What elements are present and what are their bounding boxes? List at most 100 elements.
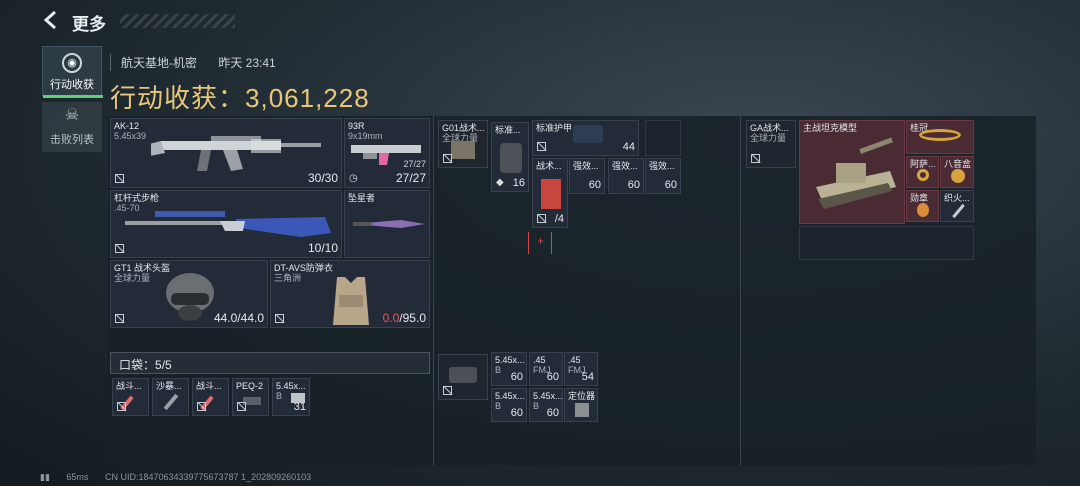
empty-loot-grid[interactable] [799, 226, 974, 260]
column-divider [740, 116, 741, 466]
pouch-item[interactable]: 战斗... [112, 378, 149, 416]
item-count: 31 [293, 401, 306, 413]
pouch-item[interactable]: 5.45x... B 31 [272, 378, 310, 416]
uninsured-icon [115, 244, 124, 253]
item-name: 5.45x... [533, 391, 563, 401]
rig-slot[interactable]: G01战术... 全球力量 [438, 120, 488, 168]
pouch-item[interactable]: 沙暴... [152, 378, 189, 416]
column-divider [433, 116, 434, 466]
loot-item[interactable]: 织火... [940, 190, 974, 222]
item-name: .45 [533, 355, 546, 365]
loot-rig-name: GA战术... [750, 123, 789, 133]
backpack-item[interactable]: 5.45x... B 60 [491, 388, 527, 422]
helmet-slot[interactable]: GT1 战术头盔 全球力量 44.0/44.0 [110, 260, 268, 328]
uninsured-icon [537, 142, 546, 151]
loot-item[interactable]: 桂冠 [906, 120, 974, 154]
backpack-item[interactable]: 5.45x... B 60 [529, 388, 563, 422]
backpack-slot[interactable]: 标准... 16 ◆ [491, 122, 529, 192]
stim-name: 强效... [573, 161, 599, 171]
weapon-ammo-count: 30/30 [307, 171, 338, 185]
tab-harvest-label: 行动收获 [50, 79, 94, 91]
pouch-item[interactable]: 战斗... [192, 378, 229, 416]
armor-item-name: 标准护甲 [536, 123, 573, 133]
case-icon [449, 367, 477, 383]
item-sub: B [495, 401, 502, 411]
backpack-item[interactable]: 定位器 [564, 388, 598, 422]
melee-name: 坠星者 [348, 193, 376, 203]
pouch-header: 口袋：5/5 [110, 352, 430, 374]
armor-slot[interactable]: DT-AVS防弹衣 三角洲 0.0/95.0 [270, 260, 430, 328]
backpack-item[interactable]: 5.45x... B 60 [491, 352, 527, 386]
top-bar: 更多 [0, 0, 1080, 40]
uninsured-icon [751, 154, 760, 163]
uid-text: CN UID:18470634339775673787 1_2028092601… [104, 472, 312, 482]
tank-model-item[interactable]: 主战坦克模型 [799, 120, 905, 224]
uninsured-icon [443, 386, 452, 395]
chest-rig-icon [451, 141, 475, 159]
stim-item[interactable]: 强效... 60 [608, 158, 644, 194]
item-name: 5.45x... [276, 381, 306, 391]
loot-name: 八音盒 [944, 159, 972, 169]
weapon-slot-rifle[interactable]: 杠杆式步枪 .45-70 10/10 [110, 190, 342, 258]
uninsured-icon [197, 402, 206, 411]
item-count: 54 [581, 371, 594, 383]
loot-item[interactable]: 阿萨... [906, 156, 939, 188]
backpack-item[interactable]: .45 FMJ 54 [564, 352, 598, 386]
stim-count: 60 [627, 179, 640, 191]
backpack-count: 16 [512, 177, 525, 189]
ping-text: 65ms [66, 472, 89, 482]
pouch-label: 口袋： [119, 358, 156, 372]
red-marker-icon [528, 232, 552, 254]
rig-name: G01战术... [442, 123, 485, 133]
item-name: 战斗... [116, 381, 142, 391]
medkit-item[interactable]: 战术... /4 [532, 158, 568, 228]
weapon-name: AK-12 [114, 121, 140, 131]
stim-item[interactable]: 强效... 60 [569, 158, 605, 194]
armor-item-count: 44 [622, 141, 635, 153]
tab-harvest[interactable]: ◉ 行动收获 [42, 46, 103, 98]
item-sub: B [533, 401, 540, 411]
weapon-slot-primary[interactable]: AK-12 5.45x39 30/30 [110, 118, 342, 188]
container-slot[interactable] [438, 354, 488, 400]
backpack-item[interactable]: .45 FMJ 60 [529, 352, 563, 386]
music-box-icon [951, 169, 965, 183]
pouch-item[interactable]: PEQ-2 [232, 378, 269, 416]
item-name: .45 [568, 355, 581, 365]
loot-item[interactable]: 八音盒 [940, 156, 974, 188]
tab-kill-list[interactable]: ☠ 击败列表 [42, 102, 102, 152]
weapon-ammo: 5.45x39 [114, 131, 147, 141]
empty-slot[interactable] [645, 120, 681, 156]
item-name: 战斗... [196, 381, 222, 391]
armor-name: DT-AVS防弹衣 [274, 263, 333, 273]
armor-durability: 0.0/95.0 [383, 311, 426, 325]
item-name: 5.45x... [495, 355, 525, 365]
uninsured-icon [537, 214, 546, 223]
item-count: 60 [510, 407, 523, 419]
helmet-durability: 44.0/44.0 [213, 311, 264, 325]
loot-rig-slot[interactable]: GA战术... 全球力量 [746, 120, 796, 168]
stim-item[interactable]: 强效... 60 [645, 158, 681, 194]
back-arrow-icon[interactable] [42, 10, 62, 32]
lever-rifle-icon [125, 211, 331, 237]
torch-icon [952, 203, 965, 219]
tab-kill-list-label: 击败列表 [50, 134, 94, 146]
armor-bag-icon [573, 125, 603, 143]
uninsured-icon [237, 402, 246, 411]
uninsured-icon [275, 314, 284, 323]
weapon-ammo-count: 27/27 [395, 171, 426, 185]
knife-icon [353, 220, 425, 228]
weapon-name: 93R [348, 121, 365, 131]
page-title: 更多 [72, 15, 106, 34]
harvest-total: 行动收获：3,061,228 [110, 78, 370, 115]
melee-slot[interactable]: 坠星者 [344, 190, 430, 258]
item-name: 沙暴... [156, 381, 182, 391]
loot-item[interactable]: 勋章 [906, 190, 939, 222]
locator-icon [575, 403, 589, 417]
title-stripe-decoration [120, 14, 235, 28]
weapon-slot-secondary[interactable]: 93R 9x19mm 27/27 27/27 ◷ [344, 118, 430, 188]
item-sub: B [495, 365, 502, 375]
laurel-icon [919, 129, 961, 141]
medkit-name: 战术... [536, 161, 562, 171]
vest-icon [333, 277, 369, 325]
armor-item[interactable]: 标准护甲 44 [532, 120, 639, 156]
